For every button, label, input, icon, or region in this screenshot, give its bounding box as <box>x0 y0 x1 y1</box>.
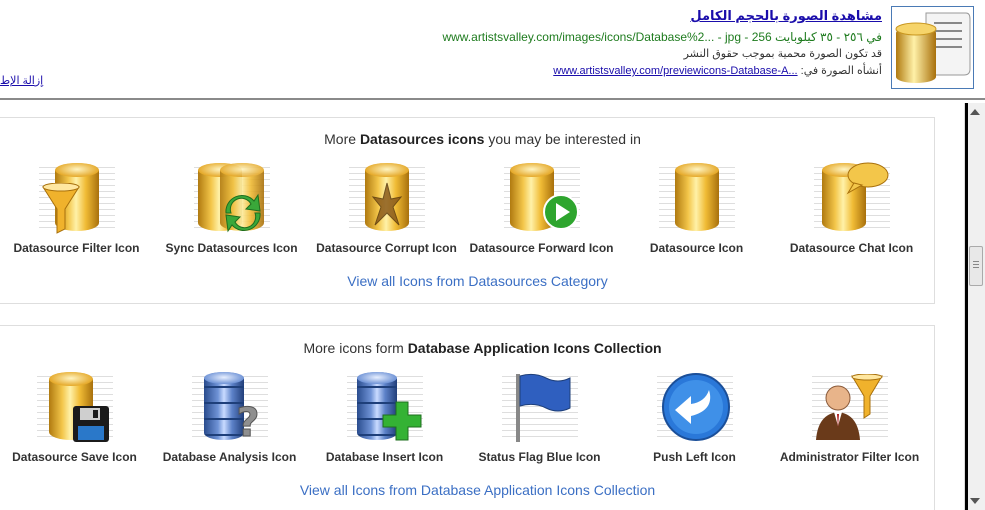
datasource-chat-icon[interactable] <box>813 161 890 237</box>
icon-label[interactable]: Datasource Icon <box>619 241 774 255</box>
datasource-corrupt-icon[interactable] <box>348 161 425 237</box>
database-analysis-icon[interactable]: ? <box>191 370 268 446</box>
image-result-header: إزالة الإط مشاهدة الصورة بالحجم الكامل w… <box>0 0 985 100</box>
database-document-icon <box>895 12 971 83</box>
source-page-link[interactable]: www.artistsvalley.com/previewicons-Datab… <box>553 65 797 77</box>
datasource-icon[interactable] <box>658 161 735 237</box>
view-all-database-application-link[interactable]: View all Icons from Database Application… <box>10 482 945 498</box>
icon-card[interactable]: Datasource Corrupt Icon <box>309 161 464 255</box>
icon-label[interactable]: Datasource Chat Icon <box>774 241 929 255</box>
icon-label[interactable]: Datasource Filter Icon <box>0 241 154 255</box>
icon-card[interactable]: Database Insert Icon <box>307 370 462 464</box>
icon-label[interactable]: Status Flag Blue Icon <box>462 450 617 464</box>
icon-label[interactable]: Administrator Filter Icon <box>772 450 927 464</box>
icon-card[interactable]: Datasource Save Icon <box>0 370 152 464</box>
remove-frame-link[interactable]: إزالة الإط <box>0 74 43 87</box>
image-url-line: www.artistsvalley.com/images/icons/Datab… <box>442 30 882 44</box>
view-all-datasources-link[interactable]: View all Icons from Datasources Category <box>10 273 945 289</box>
icon-card[interactable]: Sync Datasources Icon <box>154 161 309 255</box>
scroll-up-arrow-icon[interactable] <box>970 109 980 115</box>
icon-label[interactable]: Datasource Corrupt Icon <box>309 241 464 255</box>
status-flag-blue-icon[interactable] <box>501 370 578 446</box>
icon-card[interactable]: Status Flag Blue Icon <box>462 370 617 464</box>
icon-card[interactable]: Administrator Filter Icon <box>772 370 927 464</box>
vertical-scrollbar[interactable] <box>964 103 985 510</box>
copyright-note: قد تكون الصورة محمية بموجب حقوق النشر <box>683 48 882 60</box>
source-page-label: ‏أنشأه الصورة في: <box>800 65 882 77</box>
icon-label[interactable]: Datasource Save Icon <box>0 450 152 464</box>
scroll-down-arrow-icon[interactable] <box>970 498 980 504</box>
sync-datasources-icon[interactable] <box>193 161 270 237</box>
icon-label[interactable]: Push Left Icon <box>617 450 772 464</box>
panel2-heading: More icons form Database Application Ico… <box>303 340 662 356</box>
icon-card[interactable]: Datasource Icon <box>619 161 774 255</box>
push-left-icon[interactable] <box>656 370 733 446</box>
database-insert-icon[interactable] <box>346 370 423 446</box>
datasource-save-icon[interactable] <box>36 370 113 446</box>
main-content: More Datasources icons you may be intere… <box>0 103 964 510</box>
icon-card[interactable]: Datasource Filter Icon <box>0 161 154 255</box>
icon-label[interactable]: Datasource Forward Icon <box>464 241 619 255</box>
icon-card[interactable]: Push Left Icon <box>617 370 772 464</box>
panel1-heading: More Datasources icons you may be intere… <box>324 131 641 147</box>
result-thumbnail[interactable] <box>891 6 974 89</box>
source-page-line: ‏أنشأه الصورة في: www.artistsvalley.com/… <box>442 62 882 80</box>
datasource-filter-icon[interactable] <box>38 161 115 237</box>
scrollbar-thumb[interactable] <box>969 246 983 286</box>
icon-card[interactable]: Datasource Chat Icon <box>774 161 929 255</box>
icon-label[interactable]: Database Insert Icon <box>307 450 462 464</box>
datasource-forward-icon[interactable] <box>503 161 580 237</box>
administrator-filter-icon[interactable] <box>811 370 888 446</box>
icon-label[interactable]: Database Analysis Icon <box>152 450 307 464</box>
result-meta: مشاهدة الصورة بالحجم الكامل www.artistsv… <box>442 6 882 80</box>
icon-card[interactable]: Datasource Forward Icon <box>464 161 619 255</box>
icon-label[interactable]: Sync Datasources Icon <box>154 241 309 255</box>
view-full-size-link[interactable]: مشاهدة الصورة بالحجم الكامل <box>442 6 882 26</box>
icon-card[interactable]: ? Database Analysis Icon <box>152 370 307 464</box>
svg-text:?: ? <box>236 400 259 442</box>
